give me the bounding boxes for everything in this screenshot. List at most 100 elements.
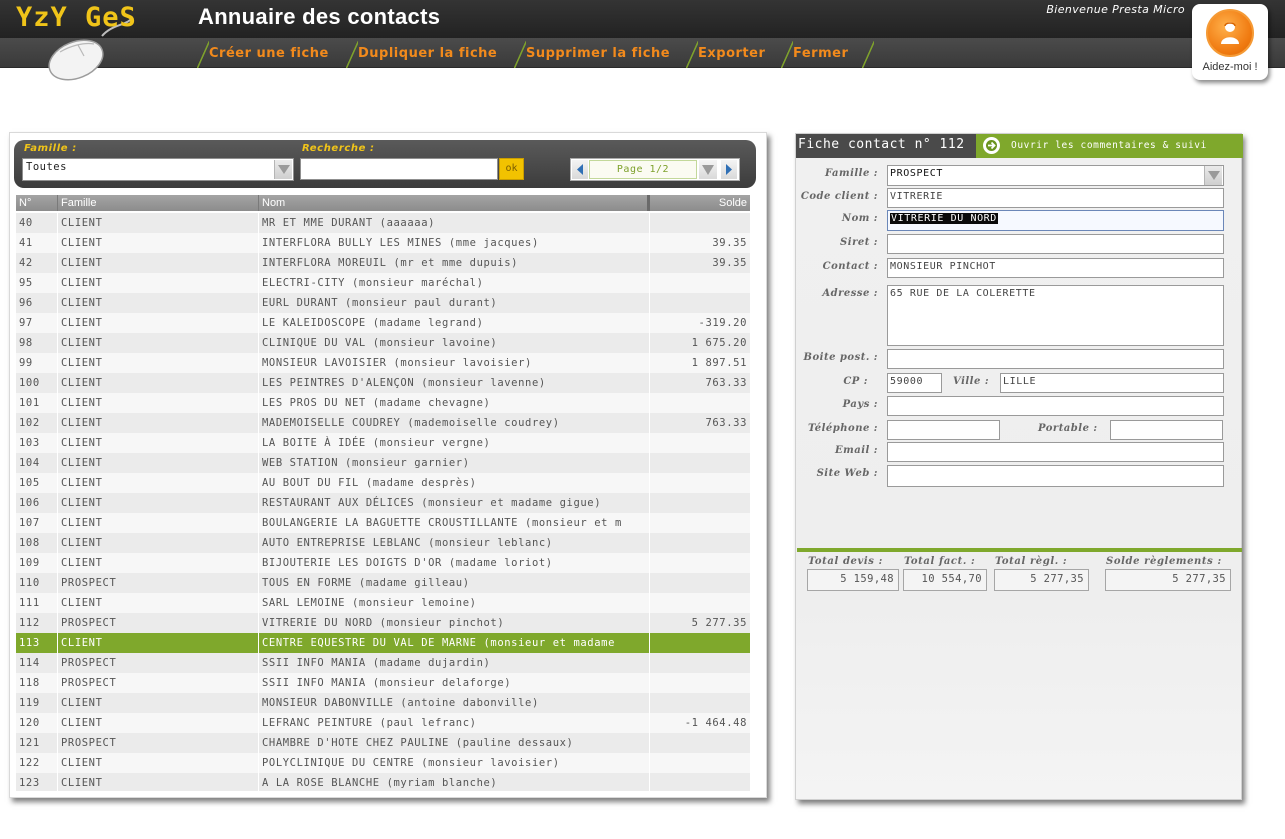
next-page-button[interactable] xyxy=(721,160,737,179)
page-select-button[interactable] xyxy=(699,160,717,179)
app-logo: YzY GeS xyxy=(16,2,137,33)
column-header-solde[interactable]: Solde xyxy=(650,195,750,211)
menu-create-button[interactable]: Créer une fiche xyxy=(197,41,329,68)
filter-bar: Famille : Toutes Recherche : ok Page 1/2 xyxy=(14,140,756,188)
table-row[interactable]: 107 CLIENT BOULANGERIE LA BAGUETTE CROUSTI… xyxy=(16,513,750,533)
cp-input[interactable]: 59000 xyxy=(887,373,942,393)
cell-famille: PROSPECT xyxy=(58,653,259,673)
table-row[interactable]: 106 CLIENT RESTAURANT AUX DÉLICES (monsieu… xyxy=(16,493,750,513)
cell-nom: EURL DURANT (monsieur paul durant) xyxy=(259,293,650,313)
cell-famille: CLIENT xyxy=(58,593,259,613)
table-row[interactable]: 95 CLIENT ELECTRI-CITY (monsieur maréchal) xyxy=(16,273,750,293)
table-row[interactable]: 112 PROSPECT VITRERIE DU NORD (monsieur pi… xyxy=(16,613,750,633)
table-row[interactable]: 41 CLIENT INTERFLORA BULLY LES MINES (mme … xyxy=(16,233,750,253)
cell-nom: CLINIQUE DU VAL (monsieur lavoine) xyxy=(259,333,650,353)
table-row[interactable]: 118 PROSPECT SSII INFO MANIA (monsieur del… xyxy=(16,673,750,693)
ville-input[interactable]: LILLE xyxy=(1000,373,1224,393)
contact-input[interactable]: MONSIEUR PINCHOT xyxy=(887,258,1224,278)
cell-famille: CLIENT xyxy=(58,533,259,553)
cell-num: 95 xyxy=(16,273,58,293)
table-row[interactable]: 104 CLIENT WEB STATION (monsieur garnier) xyxy=(16,453,750,473)
column-header-num[interactable]: N° xyxy=(16,195,58,211)
app-window: YzY GeS Annuaire des contacts Bienvenue … xyxy=(0,0,1285,839)
table-row[interactable]: 105 CLIENT AU BOUT DU FIL (madame desprès) xyxy=(16,473,750,493)
table-row[interactable]: 102 CLIENT MADEMOISELLE COUDREY (mademoise… xyxy=(16,413,750,433)
cell-num: 40 xyxy=(16,213,58,233)
chevron-down-icon[interactable] xyxy=(1204,166,1222,185)
arrow-right-icon xyxy=(983,137,1000,154)
cell-nom: POLYCLINIQUE DU CENTRE (monsieur lavoisi… xyxy=(259,753,650,773)
table-row[interactable]: 114 PROSPECT SSII INFO MANIA (madame dujar… xyxy=(16,653,750,673)
email-label: Email : xyxy=(835,445,878,456)
column-header-famille[interactable]: Famille xyxy=(58,195,259,211)
chevron-down-icon[interactable] xyxy=(274,160,292,179)
table-row[interactable]: 120 CLIENT LEFRANC PEINTURE (paul lefranc)… xyxy=(16,713,750,733)
cell-solde xyxy=(650,293,750,313)
open-comments-button[interactable]: Ouvrir les commentaires & suivi xyxy=(976,134,1243,158)
table-row[interactable]: 122 CLIENT POLYCLINIQUE DU CENTRE (monsieu… xyxy=(16,753,750,773)
table-row[interactable]: 123 CLIENT A LA ROSE BLANCHE (myriam blanc… xyxy=(16,773,750,791)
cell-solde xyxy=(650,753,750,773)
email-input[interactable] xyxy=(887,442,1224,462)
portable-input[interactable] xyxy=(1110,420,1223,440)
open-comments-label: Ouvrir les commentaires & suivi xyxy=(1011,140,1207,151)
cell-solde: -1 464.48 xyxy=(684,717,747,729)
table-row[interactable]: 101 CLIENT LES PROS DU NET (madame chevagn… xyxy=(16,393,750,413)
cell-num: 100 xyxy=(16,373,58,393)
arrow-glyph xyxy=(988,141,996,150)
column-header-nom[interactable]: Nom xyxy=(259,195,650,211)
total-fact-value: 10 554,70 xyxy=(903,569,987,591)
boite-post-input[interactable] xyxy=(887,349,1224,369)
famille-select[interactable]: PROSPECT xyxy=(887,165,1224,186)
siret-input[interactable] xyxy=(887,234,1224,254)
telephone-input[interactable] xyxy=(887,420,1000,440)
portable-label: Portable : xyxy=(1038,423,1098,434)
cell-famille: CLIENT xyxy=(58,413,259,433)
cell-nom: AUTO ENTREPRISE LEBLANC (monsieur leblan… xyxy=(259,533,650,553)
search-ok-button[interactable]: ok xyxy=(499,158,524,180)
adresse-textarea[interactable]: 65 RUE DE LA COLERETTE xyxy=(887,285,1224,346)
cell-famille: CLIENT xyxy=(58,293,259,313)
table-row[interactable]: 110 PROSPECT TOUS EN FORME (madame gilleau… xyxy=(16,573,750,593)
cell-num: 105 xyxy=(16,473,58,493)
menu-close-button[interactable]: Fermer xyxy=(781,41,848,68)
table-row[interactable]: 109 CLIENT BIJOUTERIE LES DOIGTS D'OR (mad… xyxy=(16,553,750,573)
code-client-input[interactable]: VITRERIE xyxy=(887,188,1224,208)
detail-title: Fiche contact n° 112 xyxy=(798,137,965,152)
cell-famille: PROSPECT xyxy=(58,733,259,753)
site-web-label: Site Web : xyxy=(816,468,878,479)
site-web-input[interactable] xyxy=(887,465,1224,487)
table-row[interactable]: 103 CLIENT LA BOITE À IDÉE (monsieur vergn… xyxy=(16,433,750,453)
search-input[interactable] xyxy=(300,158,498,180)
table-row[interactable]: 40 CLIENT MR ET MME DURANT (aaaaaa) xyxy=(16,213,750,233)
menu-delete-button[interactable]: Supprimer la fiche xyxy=(514,41,670,68)
cell-solde xyxy=(650,273,750,293)
famille-filter-select[interactable]: Toutes xyxy=(22,158,294,181)
contact-detail-panel: Fiche contact n° 112 Ouvrir les commenta… xyxy=(795,133,1243,800)
nom-input[interactable]: VITRERIE DU NORD xyxy=(887,210,1224,231)
help-button[interactable]: Aidez-moi ! xyxy=(1192,4,1268,80)
cell-famille: PROSPECT xyxy=(58,613,259,633)
table-row[interactable]: 96 CLIENT EURL DURANT (monsieur paul duran… xyxy=(16,293,750,313)
table-row[interactable]: 98 CLIENT CLINIQUE DU VAL (monsieur lavoin… xyxy=(16,333,750,353)
cell-num: 111 xyxy=(16,593,58,613)
previous-page-button[interactable] xyxy=(572,160,588,179)
solde-reglements-label: Solde règlements : xyxy=(1106,556,1222,567)
table-row[interactable]: 119 CLIENT MONSIEUR DABONVILLE (antoine da… xyxy=(16,693,750,713)
menu-export-button[interactable]: Exporter xyxy=(686,41,765,68)
table-row[interactable]: 100 CLIENT LES PEINTRES D'ALENÇON (monsieu… xyxy=(16,373,750,393)
table-row[interactable]: 108 CLIENT AUTO ENTREPRISE LEBLANC (monsie… xyxy=(16,533,750,553)
cell-num: 114 xyxy=(16,653,58,673)
pays-input[interactable] xyxy=(887,396,1224,416)
table-row-selected[interactable]: 113 CLIENT CENTRE EQUESTRE DU VAL DE MARNE… xyxy=(16,633,750,653)
table-row[interactable]: 97 CLIENT LE KALEIDOSCOPE (madame legrand)… xyxy=(16,313,750,333)
menu-duplicate-button[interactable]: Dupliquer la fiche xyxy=(346,41,497,68)
table-row[interactable]: 121 PROSPECT CHAMBRE D'HOTE CHEZ PAULINE (… xyxy=(16,733,750,753)
nom-label: Nom : xyxy=(841,213,878,224)
chevron-down-icon xyxy=(702,165,714,175)
table-row[interactable]: 42 CLIENT INTERFLORA MOREUIL (mr et mme du… xyxy=(16,253,750,273)
cell-solde xyxy=(650,593,750,613)
table-row[interactable]: 99 CLIENT MONSIEUR LAVOISIER (monsieur lav… xyxy=(16,353,750,373)
table-row[interactable]: 111 CLIENT SARL LEMOINE (monsieur lemoine) xyxy=(16,593,750,613)
total-regl-value: 5 277,35 xyxy=(994,569,1089,591)
